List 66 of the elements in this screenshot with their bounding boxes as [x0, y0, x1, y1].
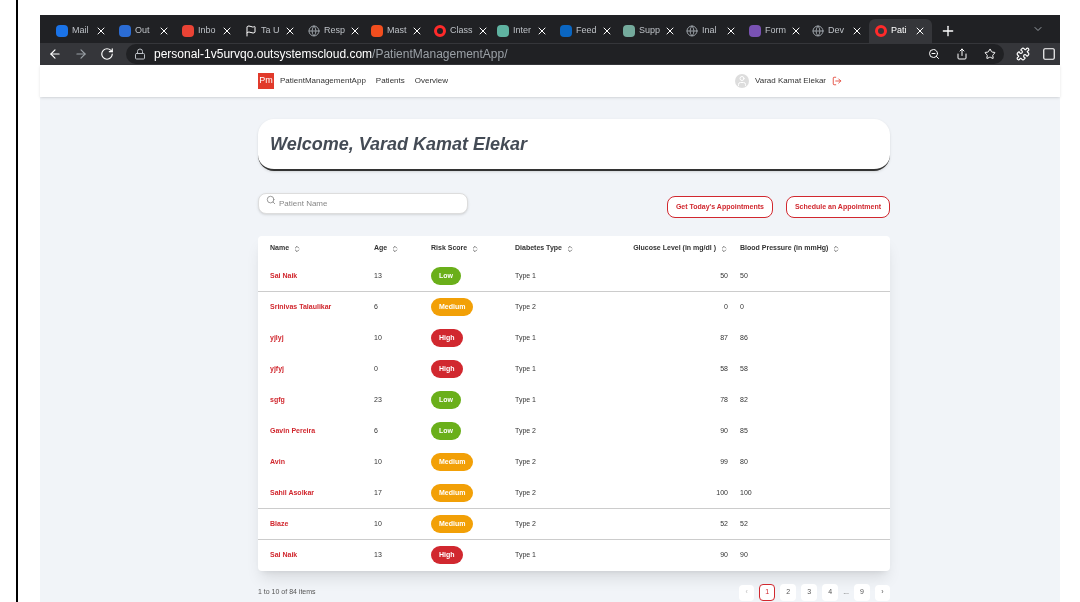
- sort-icon[interactable]: [293, 244, 302, 253]
- share-icon[interactable]: [956, 48, 968, 60]
- sort-icon[interactable]: [832, 244, 841, 253]
- close-icon[interactable]: [95, 25, 107, 37]
- browser-tab[interactable]: Mail: [50, 19, 113, 43]
- close-icon[interactable]: [790, 25, 802, 37]
- sort-icon[interactable]: [565, 244, 574, 253]
- new-tab-icon[interactable]: [940, 23, 956, 39]
- nav-link[interactable]: Patients: [375, 75, 405, 87]
- close-icon[interactable]: [536, 25, 548, 37]
- app-icon: [497, 25, 509, 37]
- url-field[interactable]: personal-1v5urvqo.outsystemscloud.com/PatientManagementApp/: [126, 44, 1004, 64]
- sort-icon[interactable]: [391, 244, 400, 253]
- nav-link[interactable]: Overview: [414, 75, 449, 87]
- globe-icon: [308, 25, 320, 37]
- app-icon: [371, 25, 383, 37]
- window-icon[interactable]: [1042, 47, 1056, 61]
- app-icon: [56, 25, 68, 37]
- bookmark-icon[interactable]: [984, 48, 996, 60]
- zoom-icon[interactable]: [928, 48, 940, 60]
- close-icon[interactable]: [284, 25, 296, 37]
- logout-icon[interactable]: [832, 76, 842, 86]
- back-icon[interactable]: [48, 47, 62, 61]
- close-icon[interactable]: [221, 25, 233, 37]
- browser-tab[interactable]: Mast: [365, 19, 428, 43]
- close-icon[interactable]: [725, 25, 737, 37]
- browser-tab[interactable]: Form: [743, 19, 806, 43]
- app-icon: [749, 25, 761, 37]
- close-icon[interactable]: [349, 25, 361, 37]
- close-icon[interactable]: [158, 25, 170, 37]
- app-logo[interactable]: Pm: [258, 73, 274, 89]
- app-icon: [119, 25, 131, 37]
- browser-tab[interactable]: Inbo: [176, 19, 239, 43]
- app-icon: [182, 25, 194, 37]
- app-name[interactable]: PatientManagementApp: [280, 75, 366, 87]
- sort-icon[interactable]: [471, 244, 480, 253]
- browser-tab[interactable]: Ta U: [239, 19, 302, 43]
- url-path: /PatientManagementApp/: [372, 46, 508, 63]
- browser-tab[interactable]: Inter: [491, 19, 554, 43]
- browser-tab[interactable]: Dev: [806, 19, 869, 43]
- lock-icon: [134, 48, 146, 60]
- app-icon: [623, 25, 635, 37]
- sort-icon[interactable]: [720, 244, 728, 253]
- app-icon: [560, 25, 572, 37]
- flag-icon: [245, 25, 257, 37]
- forward-icon[interactable]: [74, 47, 88, 61]
- browser-tab[interactable]: Out: [113, 19, 176, 43]
- browser-tab[interactable]: Inal: [680, 19, 743, 43]
- welcome-heading: Welcome, Varad Kamat Elekar: [270, 132, 528, 156]
- search-field[interactable]: Patient Name: [258, 193, 468, 214]
- search-icon: [266, 194, 276, 205]
- close-icon[interactable]: [851, 25, 863, 37]
- browser-tab[interactable]: Class: [428, 19, 491, 43]
- reload-icon[interactable]: [100, 47, 114, 61]
- browser-tab[interactable]: Pati: [869, 19, 932, 43]
- globe-icon: [812, 25, 824, 37]
- extensions-icon[interactable]: [1016, 47, 1030, 61]
- browser-tab[interactable]: Supp: [617, 19, 680, 43]
- close-icon[interactable]: [914, 25, 926, 37]
- url-host: personal-1v5urvqo.outsystemscloud.com: [154, 46, 373, 63]
- ring-icon: [875, 25, 887, 37]
- browser-tab[interactable]: Resp: [302, 19, 365, 43]
- user-name[interactable]: Varad Kamat Elekar: [755, 75, 826, 87]
- ring-icon: [434, 25, 446, 37]
- browser-tab[interactable]: Feed: [554, 19, 617, 43]
- globe-icon: [686, 25, 698, 37]
